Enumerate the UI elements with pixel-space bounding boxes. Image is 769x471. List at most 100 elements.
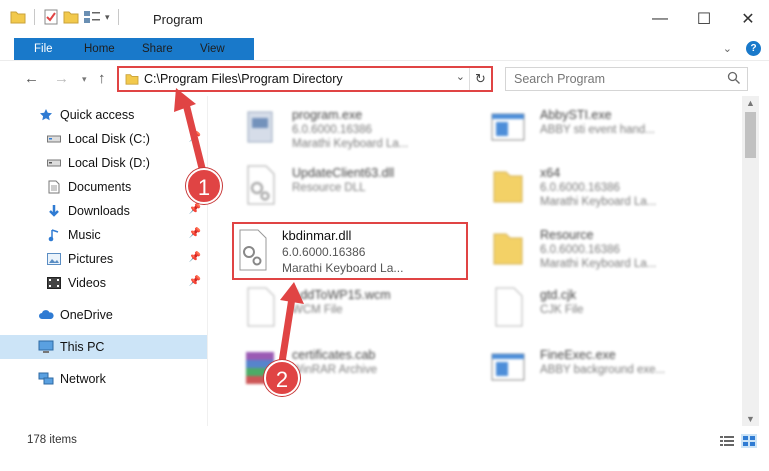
- search-placeholder: Search Program: [514, 72, 606, 86]
- sidebar-item-label: Documents: [68, 180, 132, 194]
- title-bar: ▾ Program — ☐ ✕: [0, 0, 769, 38]
- file-name: gtd.cjk: [540, 288, 577, 302]
- address-bar[interactable]: C:\Program Files\Program Directory ⌄ ↻: [117, 66, 493, 92]
- chevron-down-icon[interactable]: ⌄: [456, 70, 465, 83]
- up-button[interactable]: ↑: [98, 70, 106, 87]
- window-title: Program: [153, 12, 203, 27]
- large-icons-view-icon[interactable]: [741, 434, 757, 448]
- file-detail: WCM File: [292, 304, 343, 316]
- file-item[interactable]: UpdateClient63.dll Resource DLL: [220, 158, 460, 214]
- sidebar-item-network[interactable]: Network: [0, 367, 207, 391]
- sidebar-item-music[interactable]: Music 📌: [0, 223, 207, 247]
- pin-icon[interactable]: 📌: [189, 132, 201, 143]
- pictures-icon: [46, 251, 62, 267]
- close-button[interactable]: ✕: [734, 6, 762, 32]
- file-name: program.exe: [292, 108, 363, 122]
- sidebar-item-label: Network: [60, 372, 106, 386]
- file-name: UpdateClient63.dll: [292, 166, 395, 180]
- file-item[interactable]: x64 6.0.6000.16386 Marathi Keyboard La..…: [468, 158, 708, 214]
- file-detail: Resource DLL: [292, 182, 366, 194]
- file-description: Marathi Keyboard La...: [282, 261, 404, 275]
- sidebar-item-documents[interactable]: Documents 📌: [0, 175, 207, 199]
- dll-file-icon: [247, 165, 275, 205]
- scroll-up-icon[interactable]: ▲: [746, 98, 755, 108]
- file-detail: CJK File: [540, 304, 584, 316]
- file-detail: 6.0.6000.16386: [540, 182, 620, 194]
- navigation-pane: Quick access Local Disk (C:) 📌 Local Dis…: [0, 96, 207, 426]
- sidebar-item-label: Local Disk (D:): [68, 156, 150, 170]
- callout-2: 2: [264, 360, 300, 396]
- cloud-icon: [38, 307, 54, 323]
- view-options-icon[interactable]: [83, 10, 101, 24]
- videos-icon: [46, 275, 62, 291]
- forward-button[interactable]: →: [54, 70, 69, 87]
- file-name: certificates.cab: [292, 348, 376, 362]
- sidebar-item-quick-access[interactable]: Quick access: [0, 103, 207, 127]
- pin-icon[interactable]: 📌: [189, 228, 201, 239]
- file-version: 6.0.6000.16386: [282, 245, 366, 259]
- folder-icon[interactable]: [10, 10, 26, 24]
- tab-share[interactable]: Share: [128, 38, 187, 60]
- sidebar-item-onedrive[interactable]: OneDrive: [0, 303, 207, 327]
- quick-access-toolbar: ▾: [10, 9, 123, 25]
- sidebar-item-this-pc[interactable]: This PC: [0, 335, 207, 359]
- sidebar-item-pictures[interactable]: Pictures 📌: [0, 247, 207, 271]
- toolbar-divider: [34, 9, 35, 25]
- tab-view[interactable]: View: [186, 38, 239, 60]
- customize-toolbar-icon[interactable]: ▾: [105, 12, 110, 23]
- file-icon: [247, 287, 275, 327]
- file-item[interactable]: Resource 6.0.6000.16386 Marathi Keyboard…: [468, 220, 708, 276]
- new-folder-icon[interactable]: [63, 10, 79, 24]
- file-item[interactable]: FineExec.exe ABBY background exe...: [468, 340, 708, 396]
- file-name: FineExec.exe: [540, 348, 616, 362]
- file-detail: 6.0.6000.16386: [292, 124, 372, 136]
- file-detail: ABBY background exe...: [540, 364, 666, 376]
- dll-file-icon: [239, 229, 267, 271]
- properties-icon[interactable]: [43, 9, 59, 25]
- details-view-icon[interactable]: [719, 434, 735, 448]
- documents-icon: [46, 179, 62, 195]
- exe-file-icon: [491, 353, 525, 381]
- recent-locations-icon[interactable]: ▾: [82, 74, 87, 85]
- sidebar-item-label: Quick access: [60, 108, 135, 122]
- folder-icon: [493, 233, 523, 265]
- file-detail: Marathi Keyboard La...: [540, 258, 657, 270]
- file-name: AbbySTI.exe: [540, 108, 612, 122]
- file-item[interactable]: AddToWP15.wcm WCM File: [220, 280, 460, 336]
- file-item[interactable]: gtd.cjk CJK File: [468, 280, 708, 336]
- search-input[interactable]: Search Program: [505, 67, 748, 91]
- sidebar-item-label: OneDrive: [60, 308, 113, 322]
- file-detail: WinRAR Archive: [292, 364, 377, 376]
- sidebar-item-videos[interactable]: Videos 📌: [0, 271, 207, 295]
- sidebar-item-downloads[interactable]: Downloads 📌: [0, 199, 207, 223]
- expand-ribbon-icon[interactable]: ⌄: [723, 42, 732, 55]
- sidebar-item-label: Pictures: [68, 252, 114, 266]
- help-icon[interactable]: ?: [746, 41, 761, 56]
- navigation-bar: ← → ▾ ↑ C:\Program Files\Program Directo…: [0, 60, 769, 96]
- address-path[interactable]: C:\Program Files\Program Directory: [144, 72, 343, 86]
- scroll-down-icon[interactable]: ▼: [746, 414, 755, 424]
- maximize-button[interactable]: ☐: [690, 6, 718, 32]
- scroll-thumb[interactable]: [745, 112, 756, 158]
- file-item[interactable]: AbbySTI.exe ABBY sti event hand...: [468, 100, 708, 156]
- exe-file-icon: [247, 111, 273, 143]
- tab-home[interactable]: Home: [70, 38, 129, 60]
- file-item[interactable]: program.exe 6.0.6000.16386 Marathi Keybo…: [220, 100, 460, 156]
- pin-icon[interactable]: 📌: [189, 252, 201, 263]
- refresh-icon[interactable]: ↻: [469, 68, 491, 90]
- callout-1: 1: [186, 168, 222, 204]
- sidebar-item-local-disk-d[interactable]: Local Disk (D:): [0, 151, 207, 175]
- file-item[interactable]: certificates.cab WinRAR Archive: [220, 340, 460, 396]
- back-button[interactable]: ←: [24, 70, 39, 87]
- vertical-scrollbar[interactable]: ▲ ▼: [742, 96, 759, 426]
- sidebar-item-local-disk-c[interactable]: Local Disk (C:) 📌: [0, 127, 207, 151]
- search-icon[interactable]: [727, 71, 741, 85]
- highlighted-file-kbdinmar[interactable]: kbdinmar.dll 6.0.6000.16386 Marathi Keyb…: [232, 222, 468, 280]
- sidebar-item-label: Local Disk (C:): [68, 132, 150, 146]
- sidebar-item-label: Music: [68, 228, 101, 242]
- minimize-button[interactable]: —: [646, 6, 674, 32]
- pin-icon[interactable]: 📌: [189, 204, 201, 215]
- pin-icon[interactable]: 📌: [189, 276, 201, 287]
- drive-icon: [46, 131, 62, 147]
- pane-divider[interactable]: [207, 96, 208, 426]
